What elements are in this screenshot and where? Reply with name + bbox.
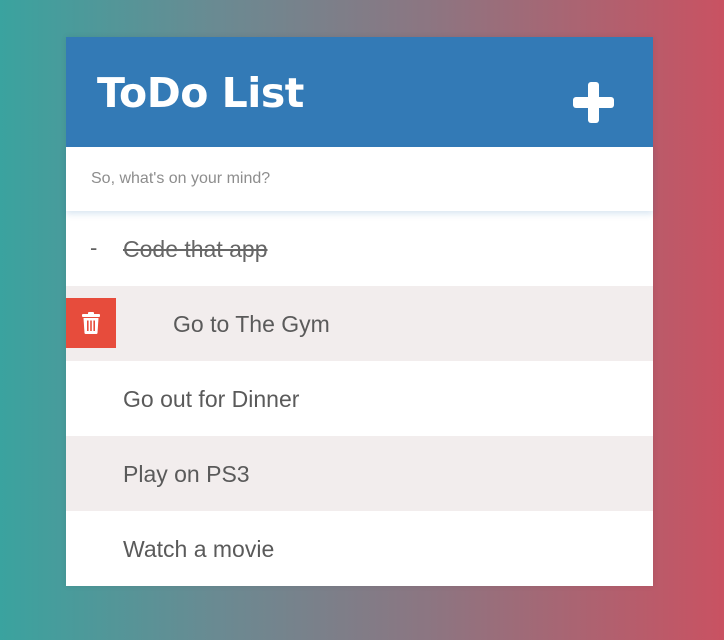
todo-text: Go out for Dinner (123, 386, 300, 412)
trash-icon (82, 312, 100, 334)
todo-text: Play on PS3 (123, 461, 250, 487)
todo-list: - Code that app Go to The Gym Go out for… (66, 211, 653, 586)
todo-text: Code that app (123, 236, 268, 262)
todo-card: ToDo List - Code that app (66, 37, 653, 586)
todo-text: Watch a movie (123, 536, 275, 562)
todo-item[interactable]: Play on PS3 (66, 436, 653, 511)
new-todo-input[interactable] (66, 147, 653, 211)
todo-item[interactable]: Watch a movie (66, 511, 653, 586)
todo-item[interactable]: Go out for Dinner (66, 361, 653, 436)
new-todo-field-wrapper (66, 147, 653, 211)
header: ToDo List (66, 37, 653, 147)
plus-icon-vertical (588, 82, 599, 123)
page-title: ToDo List (97, 69, 304, 117)
todo-marker: - (90, 235, 98, 260)
delete-todo-button[interactable] (66, 298, 116, 348)
todo-item[interactable]: - Code that app (66, 211, 653, 286)
add-todo-button[interactable] (573, 82, 614, 123)
todo-text: Go to The Gym (173, 311, 330, 337)
todo-item[interactable]: Go to The Gym (66, 286, 653, 361)
